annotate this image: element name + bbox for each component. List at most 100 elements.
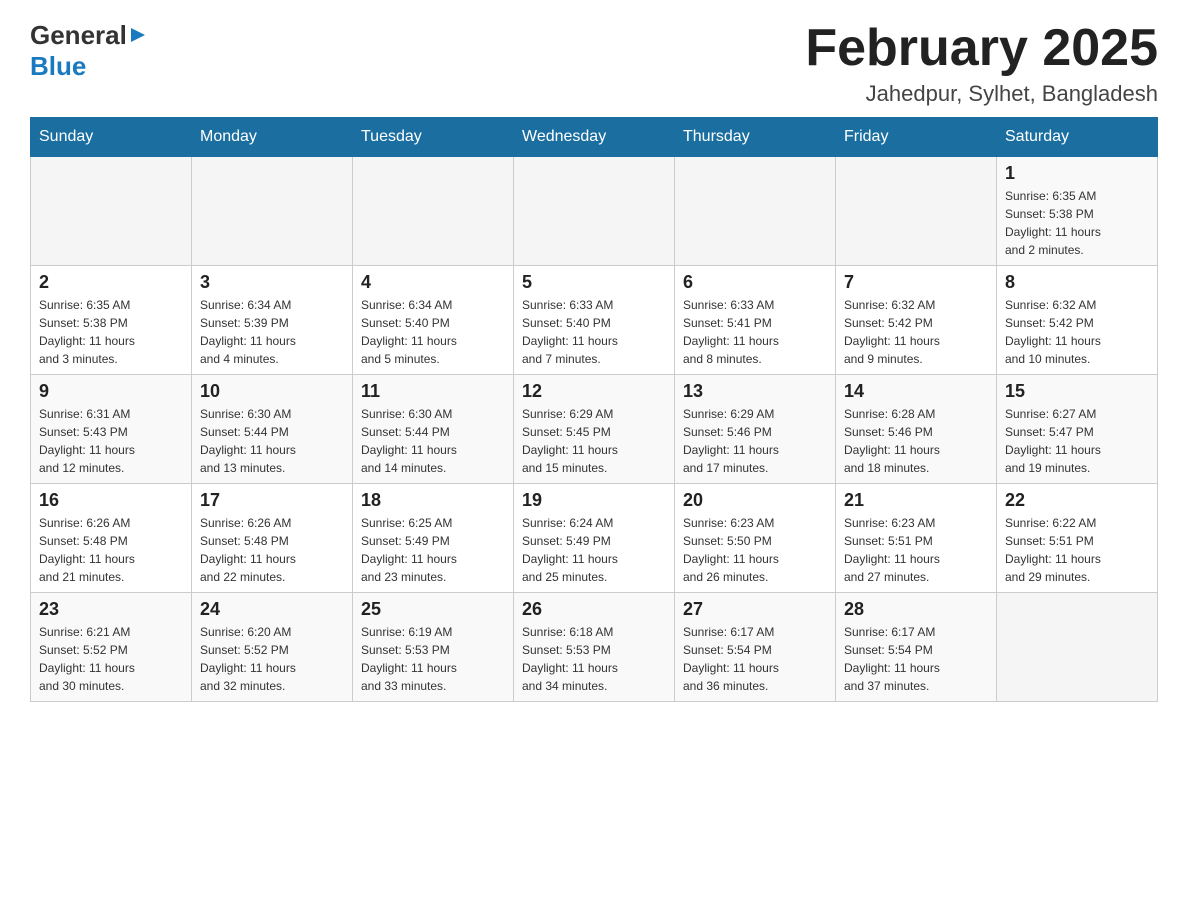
calendar-day-cell: 28 Sunrise: 6:17 AM Sunset: 5:54 PM Dayli… bbox=[836, 593, 997, 702]
day-info: Sunrise: 6:33 AM Sunset: 5:40 PM Dayligh… bbox=[522, 296, 666, 368]
calendar-day-cell bbox=[836, 157, 997, 266]
day-info: Sunrise: 6:29 AM Sunset: 5:46 PM Dayligh… bbox=[683, 405, 827, 477]
day-number: 4 bbox=[361, 272, 505, 293]
day-header-friday: Friday bbox=[836, 118, 997, 157]
day-info: Sunrise: 6:19 AM Sunset: 5:53 PM Dayligh… bbox=[361, 623, 505, 695]
day-info: Sunrise: 6:20 AM Sunset: 5:52 PM Dayligh… bbox=[200, 623, 344, 695]
day-info: Sunrise: 6:31 AM Sunset: 5:43 PM Dayligh… bbox=[39, 405, 183, 477]
calendar-day-cell: 18 Sunrise: 6:25 AM Sunset: 5:49 PM Dayli… bbox=[353, 484, 514, 593]
calendar-day-cell: 11 Sunrise: 6:30 AM Sunset: 5:44 PM Dayli… bbox=[353, 375, 514, 484]
logo-general-text: General bbox=[30, 20, 147, 51]
calendar-week-row: 1 Sunrise: 6:35 AM Sunset: 5:38 PM Daylig… bbox=[31, 157, 1158, 266]
day-info: Sunrise: 6:26 AM Sunset: 5:48 PM Dayligh… bbox=[200, 514, 344, 586]
day-info: Sunrise: 6:25 AM Sunset: 5:49 PM Dayligh… bbox=[361, 514, 505, 586]
day-number: 3 bbox=[200, 272, 344, 293]
calendar-day-cell: 5 Sunrise: 6:33 AM Sunset: 5:40 PM Daylig… bbox=[514, 266, 675, 375]
day-header-monday: Monday bbox=[192, 118, 353, 157]
calendar-day-cell: 17 Sunrise: 6:26 AM Sunset: 5:48 PM Dayli… bbox=[192, 484, 353, 593]
calendar-day-cell: 3 Sunrise: 6:34 AM Sunset: 5:39 PM Daylig… bbox=[192, 266, 353, 375]
calendar-week-row: 2 Sunrise: 6:35 AM Sunset: 5:38 PM Daylig… bbox=[31, 266, 1158, 375]
day-number: 25 bbox=[361, 599, 505, 620]
calendar-day-cell bbox=[31, 157, 192, 266]
logo-blue-text: Blue bbox=[30, 51, 86, 82]
day-info: Sunrise: 6:32 AM Sunset: 5:42 PM Dayligh… bbox=[1005, 296, 1149, 368]
day-info: Sunrise: 6:35 AM Sunset: 5:38 PM Dayligh… bbox=[1005, 187, 1149, 259]
calendar-day-cell: 27Sunrise: 6:17 AM Sunset: 5:54 PM Dayli… bbox=[675, 593, 836, 702]
calendar-day-cell: 7Sunrise: 6:32 AM Sunset: 5:42 PM Daylig… bbox=[836, 266, 997, 375]
calendar-week-row: 23Sunrise: 6:21 AM Sunset: 5:52 PM Dayli… bbox=[31, 593, 1158, 702]
calendar-day-cell: 23Sunrise: 6:21 AM Sunset: 5:52 PM Dayli… bbox=[31, 593, 192, 702]
calendar-day-cell: 9 Sunrise: 6:31 AM Sunset: 5:43 PM Daylig… bbox=[31, 375, 192, 484]
day-info: Sunrise: 6:22 AM Sunset: 5:51 PM Dayligh… bbox=[1005, 514, 1149, 586]
day-info: Sunrise: 6:33 AM Sunset: 5:41 PM Dayligh… bbox=[683, 296, 827, 368]
day-info: Sunrise: 6:34 AM Sunset: 5:39 PM Dayligh… bbox=[200, 296, 344, 368]
day-number: 18 bbox=[361, 490, 505, 511]
day-header-thursday: Thursday bbox=[675, 118, 836, 157]
calendar-day-cell bbox=[675, 157, 836, 266]
day-header-sunday: Sunday bbox=[31, 118, 192, 157]
day-header-saturday: Saturday bbox=[997, 118, 1158, 157]
day-info: Sunrise: 6:35 AM Sunset: 5:38 PM Dayligh… bbox=[39, 296, 183, 368]
calendar-day-cell: 1 Sunrise: 6:35 AM Sunset: 5:38 PM Daylig… bbox=[997, 157, 1158, 266]
location-text: Jahedpur, Sylhet, Bangladesh bbox=[805, 81, 1158, 107]
calendar-day-cell: 26 Sunrise: 6:18 AM Sunset: 5:53 PM Dayli… bbox=[514, 593, 675, 702]
calendar-day-cell: 22 Sunrise: 6:22 AM Sunset: 5:51 PM Dayli… bbox=[997, 484, 1158, 593]
day-info: Sunrise: 6:29 AM Sunset: 5:45 PM Dayligh… bbox=[522, 405, 666, 477]
day-number: 7 bbox=[844, 272, 988, 293]
day-number: 26 bbox=[522, 599, 666, 620]
calendar-day-cell: 6 Sunrise: 6:33 AM Sunset: 5:41 PM Daylig… bbox=[675, 266, 836, 375]
calendar-day-cell bbox=[514, 157, 675, 266]
day-number: 19 bbox=[522, 490, 666, 511]
day-number: 13 bbox=[683, 381, 827, 402]
calendar-day-cell: 21Sunrise: 6:23 AM Sunset: 5:51 PM Dayli… bbox=[836, 484, 997, 593]
day-info: Sunrise: 6:34 AM Sunset: 5:40 PM Dayligh… bbox=[361, 296, 505, 368]
day-number: 1 bbox=[1005, 163, 1149, 184]
day-number: 12 bbox=[522, 381, 666, 402]
calendar-day-cell bbox=[192, 157, 353, 266]
day-number: 28 bbox=[844, 599, 988, 620]
logo-arrow-icon bbox=[129, 26, 147, 44]
logo: General Blue bbox=[30, 20, 147, 82]
day-header-tuesday: Tuesday bbox=[353, 118, 514, 157]
day-info: Sunrise: 6:26 AM Sunset: 5:48 PM Dayligh… bbox=[39, 514, 183, 586]
day-number: 2 bbox=[39, 272, 183, 293]
month-title: February 2025 bbox=[805, 20, 1158, 77]
day-number: 6 bbox=[683, 272, 827, 293]
day-number: 11 bbox=[361, 381, 505, 402]
calendar-day-cell: 20 Sunrise: 6:23 AM Sunset: 5:50 PM Dayli… bbox=[675, 484, 836, 593]
day-number: 9 bbox=[39, 381, 183, 402]
calendar-header-row: SundayMondayTuesdayWednesdayThursdayFrid… bbox=[31, 118, 1158, 157]
calendar-day-cell: 4 Sunrise: 6:34 AM Sunset: 5:40 PM Daylig… bbox=[353, 266, 514, 375]
day-info: Sunrise: 6:27 AM Sunset: 5:47 PM Dayligh… bbox=[1005, 405, 1149, 477]
day-info: Sunrise: 6:24 AM Sunset: 5:49 PM Dayligh… bbox=[522, 514, 666, 586]
day-number: 20 bbox=[683, 490, 827, 511]
day-info: Sunrise: 6:21 AM Sunset: 5:52 PM Dayligh… bbox=[39, 623, 183, 695]
calendar-day-cell: 2 Sunrise: 6:35 AM Sunset: 5:38 PM Daylig… bbox=[31, 266, 192, 375]
calendar-day-cell: 13 Sunrise: 6:29 AM Sunset: 5:46 PM Dayli… bbox=[675, 375, 836, 484]
day-header-wednesday: Wednesday bbox=[514, 118, 675, 157]
calendar-day-cell: 24 Sunrise: 6:20 AM Sunset: 5:52 PM Dayli… bbox=[192, 593, 353, 702]
calendar-week-row: 16Sunrise: 6:26 AM Sunset: 5:48 PM Dayli… bbox=[31, 484, 1158, 593]
calendar-day-cell bbox=[353, 157, 514, 266]
day-info: Sunrise: 6:17 AM Sunset: 5:54 PM Dayligh… bbox=[683, 623, 827, 695]
day-number: 14 bbox=[844, 381, 988, 402]
day-info: Sunrise: 6:30 AM Sunset: 5:44 PM Dayligh… bbox=[200, 405, 344, 477]
calendar-day-cell: 19 Sunrise: 6:24 AM Sunset: 5:49 PM Dayli… bbox=[514, 484, 675, 593]
day-info: Sunrise: 6:23 AM Sunset: 5:51 PM Dayligh… bbox=[844, 514, 988, 586]
day-info: Sunrise: 6:18 AM Sunset: 5:53 PM Dayligh… bbox=[522, 623, 666, 695]
day-number: 5 bbox=[522, 272, 666, 293]
day-info: Sunrise: 6:30 AM Sunset: 5:44 PM Dayligh… bbox=[361, 405, 505, 477]
calendar-day-cell: 12 Sunrise: 6:29 AM Sunset: 5:45 PM Dayli… bbox=[514, 375, 675, 484]
day-info: Sunrise: 6:17 AM Sunset: 5:54 PM Dayligh… bbox=[844, 623, 988, 695]
day-info: Sunrise: 6:23 AM Sunset: 5:50 PM Dayligh… bbox=[683, 514, 827, 586]
calendar-day-cell: 25 Sunrise: 6:19 AM Sunset: 5:53 PM Dayli… bbox=[353, 593, 514, 702]
calendar-day-cell bbox=[997, 593, 1158, 702]
calendar-week-row: 9 Sunrise: 6:31 AM Sunset: 5:43 PM Daylig… bbox=[31, 375, 1158, 484]
day-number: 17 bbox=[200, 490, 344, 511]
calendar-day-cell: 16Sunrise: 6:26 AM Sunset: 5:48 PM Dayli… bbox=[31, 484, 192, 593]
day-number: 22 bbox=[1005, 490, 1149, 511]
day-number: 10 bbox=[200, 381, 344, 402]
day-number: 8 bbox=[1005, 272, 1149, 293]
day-number: 24 bbox=[200, 599, 344, 620]
calendar-day-cell: 15Sunrise: 6:27 AM Sunset: 5:47 PM Dayli… bbox=[997, 375, 1158, 484]
